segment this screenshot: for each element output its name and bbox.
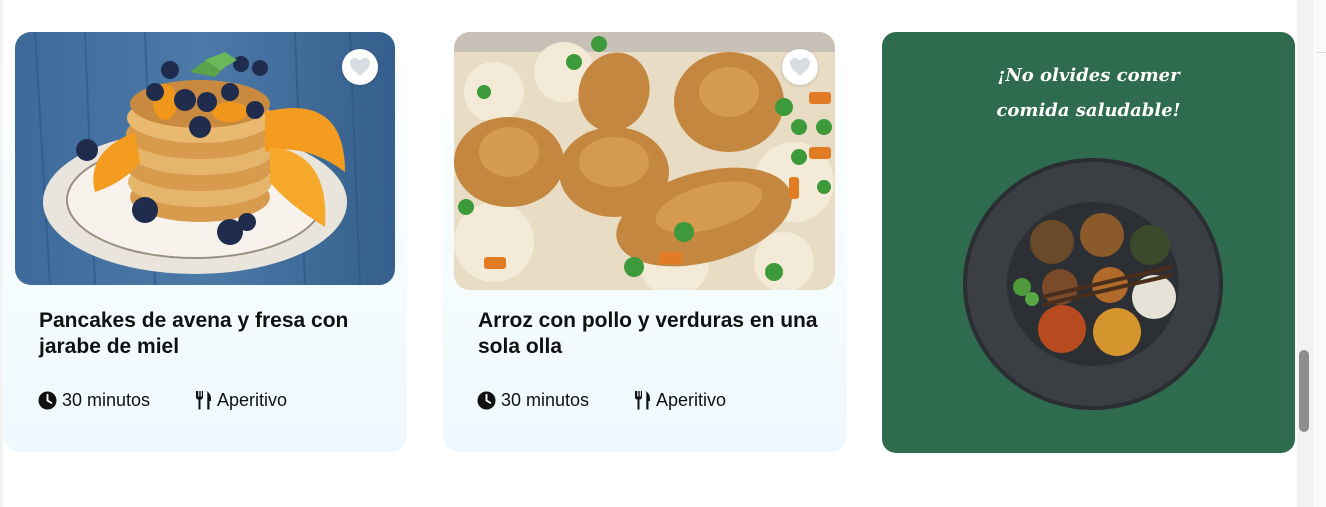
gutter-divider bbox=[1317, 52, 1326, 53]
scrollbar-thumb[interactable] bbox=[1299, 350, 1309, 432]
clock-icon bbox=[38, 390, 57, 410]
heart-icon bbox=[790, 57, 810, 77]
page-edge bbox=[0, 0, 3, 507]
recipe-time-label: 30 minutos bbox=[501, 389, 590, 410]
recipe-image-arroz-con-pollo[interactable] bbox=[454, 32, 835, 290]
recipe-card-pancakes[interactable]: Pancakes de avena y fresa con jarabe de … bbox=[4, 32, 407, 452]
heart-icon bbox=[350, 57, 370, 77]
favorite-button[interactable] bbox=[342, 49, 378, 85]
recipe-category: Aperitivo bbox=[195, 389, 287, 411]
favorite-button[interactable] bbox=[782, 49, 818, 85]
recipe-title[interactable]: Pancakes de avena y fresa con jarabe de … bbox=[39, 308, 384, 360]
promo-line-2: comida saludable! bbox=[996, 100, 1181, 121]
recipe-time: 30 minutos bbox=[38, 389, 150, 411]
recipe-category-label: Aperitivo bbox=[656, 389, 727, 410]
promo-line-1: ¡No olvides comer bbox=[997, 65, 1180, 86]
recipe-category: Aperitivo bbox=[634, 389, 726, 411]
recipe-image-pancakes[interactable] bbox=[15, 32, 395, 285]
utensils-icon bbox=[635, 391, 650, 410]
recipe-time: 30 minutos bbox=[477, 389, 589, 411]
recipe-card-arroz-con-pollo[interactable]: Arroz con pollo y verduras en una sola o… bbox=[443, 32, 847, 452]
healthy-food-plate-image bbox=[963, 158, 1223, 410]
utensils-icon bbox=[196, 391, 211, 410]
recipe-title[interactable]: Arroz con pollo y verduras en una sola o… bbox=[478, 308, 823, 360]
recipe-time-label: 30 minutos bbox=[62, 389, 151, 410]
promo-message: ¡No olvides comer comida saludable! bbox=[882, 58, 1295, 128]
recipe-category-label: Aperitivo bbox=[217, 389, 288, 410]
healthy-food-promo: ¡No olvides comer comida saludable! bbox=[882, 32, 1295, 453]
clock-icon bbox=[477, 390, 496, 410]
